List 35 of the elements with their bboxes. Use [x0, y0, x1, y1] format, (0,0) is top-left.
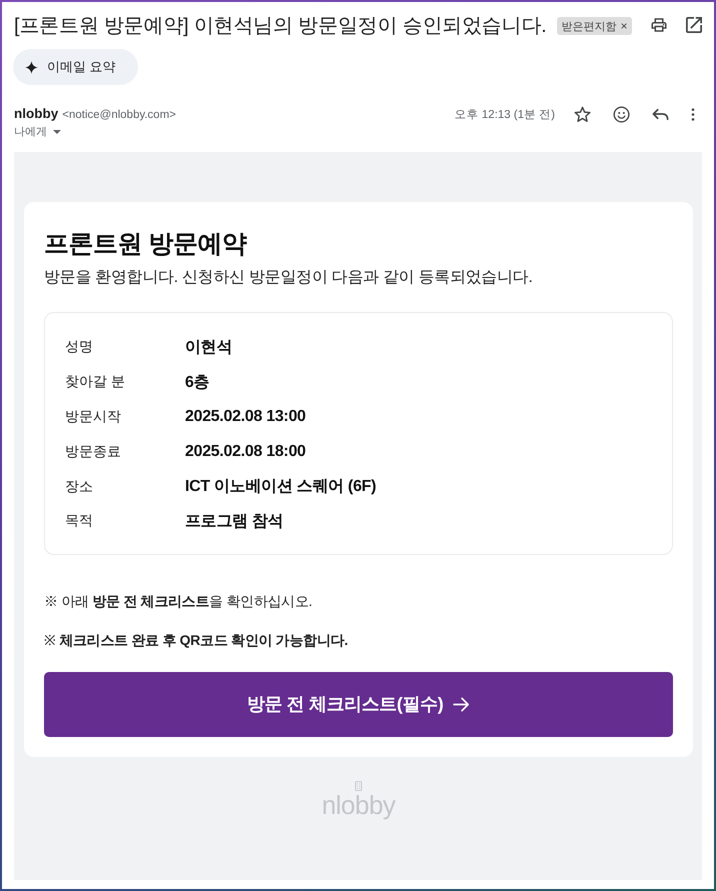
smiley-icon[interactable] [613, 106, 630, 123]
email-time: 오후 12:13 (1분 전) [454, 108, 555, 122]
detail-label: 찾아갈 분 [65, 373, 126, 392]
label-text: 받은편지함 [562, 20, 616, 34]
more-vertical-icon[interactable] [691, 108, 695, 121]
detail-label: 방문시작 [65, 408, 122, 426]
recipient-dropdown[interactable]: 나에게 [14, 124, 176, 139]
sparkle-icon [25, 60, 38, 74]
detail-label: 성명 [65, 338, 94, 356]
detail-value: ICT 이노베이션 스퀘어 (6F) [185, 477, 376, 498]
email-summary-button[interactable]: 이메일 요약 [13, 49, 138, 85]
detail-label: 장소 [65, 478, 94, 496]
detail-label: 목적 [65, 512, 94, 530]
reply-icon[interactable] [652, 106, 669, 123]
detail-value: 이현석 [185, 338, 232, 358]
building-icon [355, 780, 362, 791]
email-subject: [프론트원 방문예약] 이현석님의 방문일정이 승인되었습니다. [14, 14, 546, 38]
print-icon[interactable] [650, 16, 668, 34]
sender-address: <notice@nlobby.com> [62, 109, 176, 121]
detail-label: 방문종료 [65, 442, 122, 461]
arrow-right-icon [453, 696, 470, 712]
detail-value: 프로그램 참석 [185, 512, 284, 532]
external-link-icon[interactable] [686, 17, 702, 33]
email-heading: 프론트원 방문예약 [44, 229, 248, 260]
remove-label-button[interactable]: × [616, 20, 628, 32]
sender-name: nlobby [14, 106, 58, 121]
detail-value: 2025.02.08 18:00 [185, 442, 306, 461]
caret-icon [53, 130, 61, 134]
intro-text: 방문을 환영합니다. 신청하신 방문일정이 다음과 같이 등록되었습니다. [44, 268, 534, 288]
notice-text: ※ 아래 방문 전 체크리스트을 확인하십시오. [44, 592, 314, 611]
star-icon[interactable] [574, 106, 591, 123]
notice-text: ※ 체크리스트 완료 후 QR코드 확인이 가능합니다. [44, 630, 349, 650]
detail-value: 2025.02.08 13:00 [185, 408, 306, 426]
checklist-button[interactable]: 방문 전 체크리스트(필수) [44, 672, 673, 737]
detail-value: 6층 [185, 372, 210, 393]
